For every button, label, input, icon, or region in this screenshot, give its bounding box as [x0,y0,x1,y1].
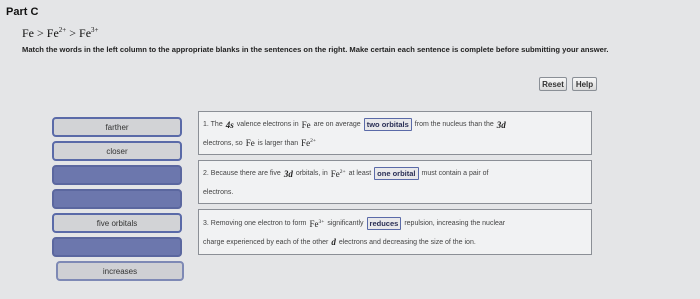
element-symbol: Fe3+ [310,219,325,229]
formula-fe: Fe [22,26,34,40]
formula-fe2: Fe [46,26,59,40]
sentence-text: electrons. [203,189,234,196]
part-title: Part C [6,6,39,18]
sentence-text: at least [348,170,372,177]
sentence-text: from the nucleus than the [414,121,494,128]
sentence-text: 1. The [203,121,223,128]
answer-blank[interactable]: reduces [366,217,402,230]
word-chip-increases[interactable]: increases [56,261,184,281]
orbital-label: d [331,237,336,247]
sentence-text: 3. Removing one electron to form [203,220,307,227]
reset-button[interactable]: Reset [539,77,567,91]
sentence-line: 2. Because there are five 3d orbitals, i… [203,167,488,180]
element-symbol-text: Fe [309,218,319,229]
sentence-line: 1. The 4s valence electrons in Fe are on… [203,118,506,131]
orbital-label: 4s [225,119,234,130]
charge-label: 2+ [310,138,317,144]
sentence-text: electrons and decreasing the size of the… [338,238,476,246]
sentence-box-2: 2. Because there are five 3d orbitals, i… [198,160,592,204]
sentence-text: repulsion, increasing the nuclear [404,220,506,227]
sentence-text: must contain a pair of [421,170,489,177]
element-symbol: Fe2+ [301,138,316,148]
orbital-label: 3d [283,168,293,179]
formula-op: > [37,26,44,40]
sentence-text: charge experienced by each of the other [203,238,329,246]
sentence-text: are on average [313,121,361,128]
instructions-text: Match the words in the left column to th… [22,45,609,54]
sentence-line: electrons, so Fe is larger than Fe2+ [203,138,316,148]
element-symbol-text: Fe [301,138,311,148]
formula-op: > [69,26,77,40]
sentence-line: electrons. [203,189,233,196]
formula-header: Fe > Fe2+ > Fe3+ [22,26,98,41]
word-slot-empty[interactable] [52,165,182,185]
word-slot-empty[interactable] [52,189,182,209]
word-chip-closer[interactable]: closer [52,141,182,161]
sentence-box-3: 3. Removing one electron to form Fe3+ si… [198,209,592,255]
sentence-line: charge experienced by each of the other … [203,237,476,247]
sentence-line: 3. Removing one electron to form Fe3+ si… [203,217,505,230]
word-slot-empty[interactable] [52,237,182,257]
sentence-box-1: 1. The 4s valence electrons in Fe are on… [198,111,592,155]
sentence-text: orbitals, in [295,170,328,177]
charge-label: 3+ [318,218,325,225]
element-symbol: Fe [301,119,311,130]
sentence-text: is larger than [257,139,299,147]
sentence-text: significantly [327,220,364,227]
formula-fe3: Fe [79,26,92,40]
sentence-text: valence electrons in [236,121,299,128]
word-chip-farther[interactable]: farther [52,117,182,137]
sentence-text: electrons, so [203,139,243,147]
element-symbol: Fe [245,138,255,148]
charge-label: 2+ [339,168,346,175]
charge-label: 3+ [91,26,99,34]
element-symbol: Fe2+ [331,169,346,179]
help-button[interactable]: Help [572,77,597,91]
word-chip-five-orbitals[interactable]: five orbitals [52,213,182,233]
element-symbol-text: Fe [330,168,340,179]
orbital-label: 3d [496,119,506,130]
answer-blank[interactable]: two orbitals [363,118,412,131]
sentence-text: 2. Because there are five [203,170,281,177]
answer-blank[interactable]: one orbital [374,167,419,180]
charge-label: 2+ [58,26,67,34]
